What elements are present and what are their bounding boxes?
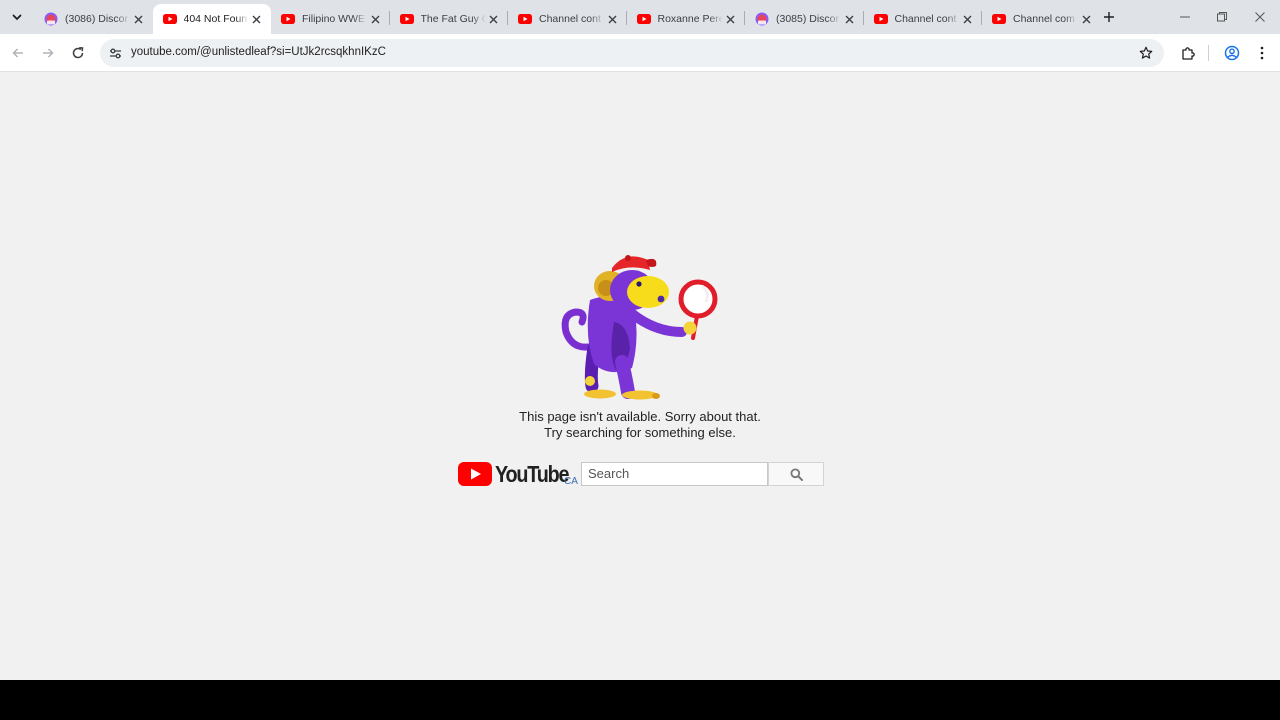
browser-tab[interactable]: The Fat Guy C: [390, 4, 508, 34]
close-icon: [845, 15, 853, 23]
error-suggestion: Try searching for something else.: [544, 425, 736, 440]
site-info-icon[interactable]: [106, 44, 124, 62]
restore-button[interactable]: [1211, 6, 1233, 28]
youtube-icon: [518, 12, 532, 26]
browser-tab[interactable]: Channel com: [982, 4, 1100, 34]
new-tab-button[interactable]: [1100, 8, 1118, 26]
tune-icon: [109, 48, 121, 58]
close-icon: [1082, 15, 1090, 23]
puzzle-icon: [1181, 46, 1195, 60]
youtube-play-icon: [458, 462, 492, 486]
tab-separator: [744, 11, 745, 25]
tab-separator: [625, 11, 627, 25]
address-bar[interactable]: youtube.com/@unlistedleaf?si=UtJk2rcsqkh…: [100, 39, 1164, 67]
browser-menu-button[interactable]: [1251, 42, 1273, 64]
chevron-down-icon: [12, 14, 22, 21]
back-button[interactable]: [7, 42, 29, 64]
page-content: This page isn't available. Sorry about t…: [0, 72, 1280, 680]
monkey-illustration: [561, 255, 718, 400]
forward-button[interactable]: [37, 42, 59, 64]
tab-title: Channel cont: [895, 13, 960, 25]
tab-close-button[interactable]: [367, 11, 383, 27]
tab-close-button[interactable]: [841, 11, 857, 27]
youtube-icon: [873, 12, 888, 26]
arrow-left-icon: [12, 48, 23, 58]
tab-strip: (3086) Discor 404 Not Foun Filipino WWE The…: [0, 0, 1280, 34]
star-icon: [1139, 46, 1153, 59]
youtube-wordmark: YouTube: [495, 460, 569, 487]
tab-title: The Fat Guy C: [420, 13, 486, 25]
tab-title: (3085) Discor: [776, 13, 841, 25]
tab-title: Channel com: [1013, 13, 1078, 25]
close-icon: [1255, 12, 1265, 22]
url-text[interactable]: youtube.com/@unlistedleaf?si=UtJk2rcsqkh…: [131, 46, 386, 58]
youtube-icon: [992, 12, 1006, 26]
restore-icon: [1217, 12, 1227, 22]
tab-close-button[interactable]: [723, 11, 739, 27]
minimize-icon: [1180, 16, 1190, 18]
browser-tab[interactable]: Roxanne Pere: [627, 4, 745, 34]
minimize-button[interactable]: [1174, 6, 1196, 28]
tab-separator: [507, 11, 508, 25]
youtube-icon: [399, 12, 414, 26]
search-placeholder: Search: [588, 466, 630, 481]
tab-close-button[interactable]: [960, 11, 976, 27]
tab-close-button[interactable]: [486, 11, 502, 27]
close-icon: [134, 15, 142, 23]
account-circle-icon: [1224, 45, 1240, 61]
close-icon: [963, 15, 972, 23]
close-window-button[interactable]: [1249, 6, 1271, 28]
tab-close-button[interactable]: [1078, 11, 1094, 27]
browser-tab[interactable]: (3086) Discor: [34, 4, 152, 34]
search-icon: [790, 468, 803, 481]
youtube-icon: [281, 12, 295, 26]
tab-title: (3086) Discor: [65, 13, 130, 25]
country-code: CA: [564, 476, 578, 487]
browser-tab[interactable]: 404 Not Foun: [152, 4, 271, 34]
tab-close-button[interactable]: [130, 11, 146, 27]
tab-title: Filipino WWE: [302, 13, 367, 25]
close-icon: [371, 15, 379, 23]
toolbar-divider: [1208, 45, 1209, 61]
arrow-right-icon: [43, 48, 54, 58]
youtube-icon: [162, 12, 177, 26]
tab-title: Roxanne Pere: [657, 13, 723, 25]
tab-separator: [388, 11, 390, 25]
tab-separator: [981, 11, 982, 25]
browser-tab[interactable]: Channel cont: [508, 4, 626, 34]
more-vert-icon: [1260, 46, 1264, 60]
extensions-button[interactable]: [1177, 42, 1199, 64]
reload-button[interactable]: [67, 42, 89, 64]
close-icon: [489, 15, 498, 23]
plus-icon: [1104, 12, 1114, 22]
tab-close-button[interactable]: [604, 11, 620, 27]
bookmark-star-button[interactable]: [1137, 44, 1155, 62]
tab-close-button[interactable]: [249, 11, 265, 27]
tab-search-button[interactable]: [6, 6, 28, 28]
discord-avatar-icon: [44, 12, 58, 26]
browser-tab[interactable]: Filipino WWE: [271, 4, 389, 34]
tab-separator: [862, 11, 864, 25]
close-icon: [608, 15, 616, 23]
search-button[interactable]: [768, 462, 824, 486]
search-input[interactable]: Search: [581, 462, 768, 486]
error-message: This page isn't available. Sorry about t…: [519, 409, 761, 424]
bottom-black-bar: [0, 680, 1280, 720]
tab-title: Channel cont: [539, 13, 604, 25]
youtube-icon: [636, 12, 651, 26]
browser-tab[interactable]: Channel cont: [864, 4, 982, 34]
discord-avatar-icon: [755, 12, 769, 26]
profile-button[interactable]: [1221, 42, 1243, 64]
browser-toolbar: youtube.com/@unlistedleaf?si=UtJk2rcsqkh…: [0, 34, 1280, 72]
tab-title: 404 Not Foun: [183, 13, 249, 25]
browser-tab[interactable]: (3085) Discor: [745, 4, 863, 34]
close-icon: [726, 15, 735, 23]
youtube-logo[interactable]: YouTube: [458, 461, 580, 487]
close-icon: [252, 15, 261, 23]
reload-icon: [72, 47, 84, 59]
